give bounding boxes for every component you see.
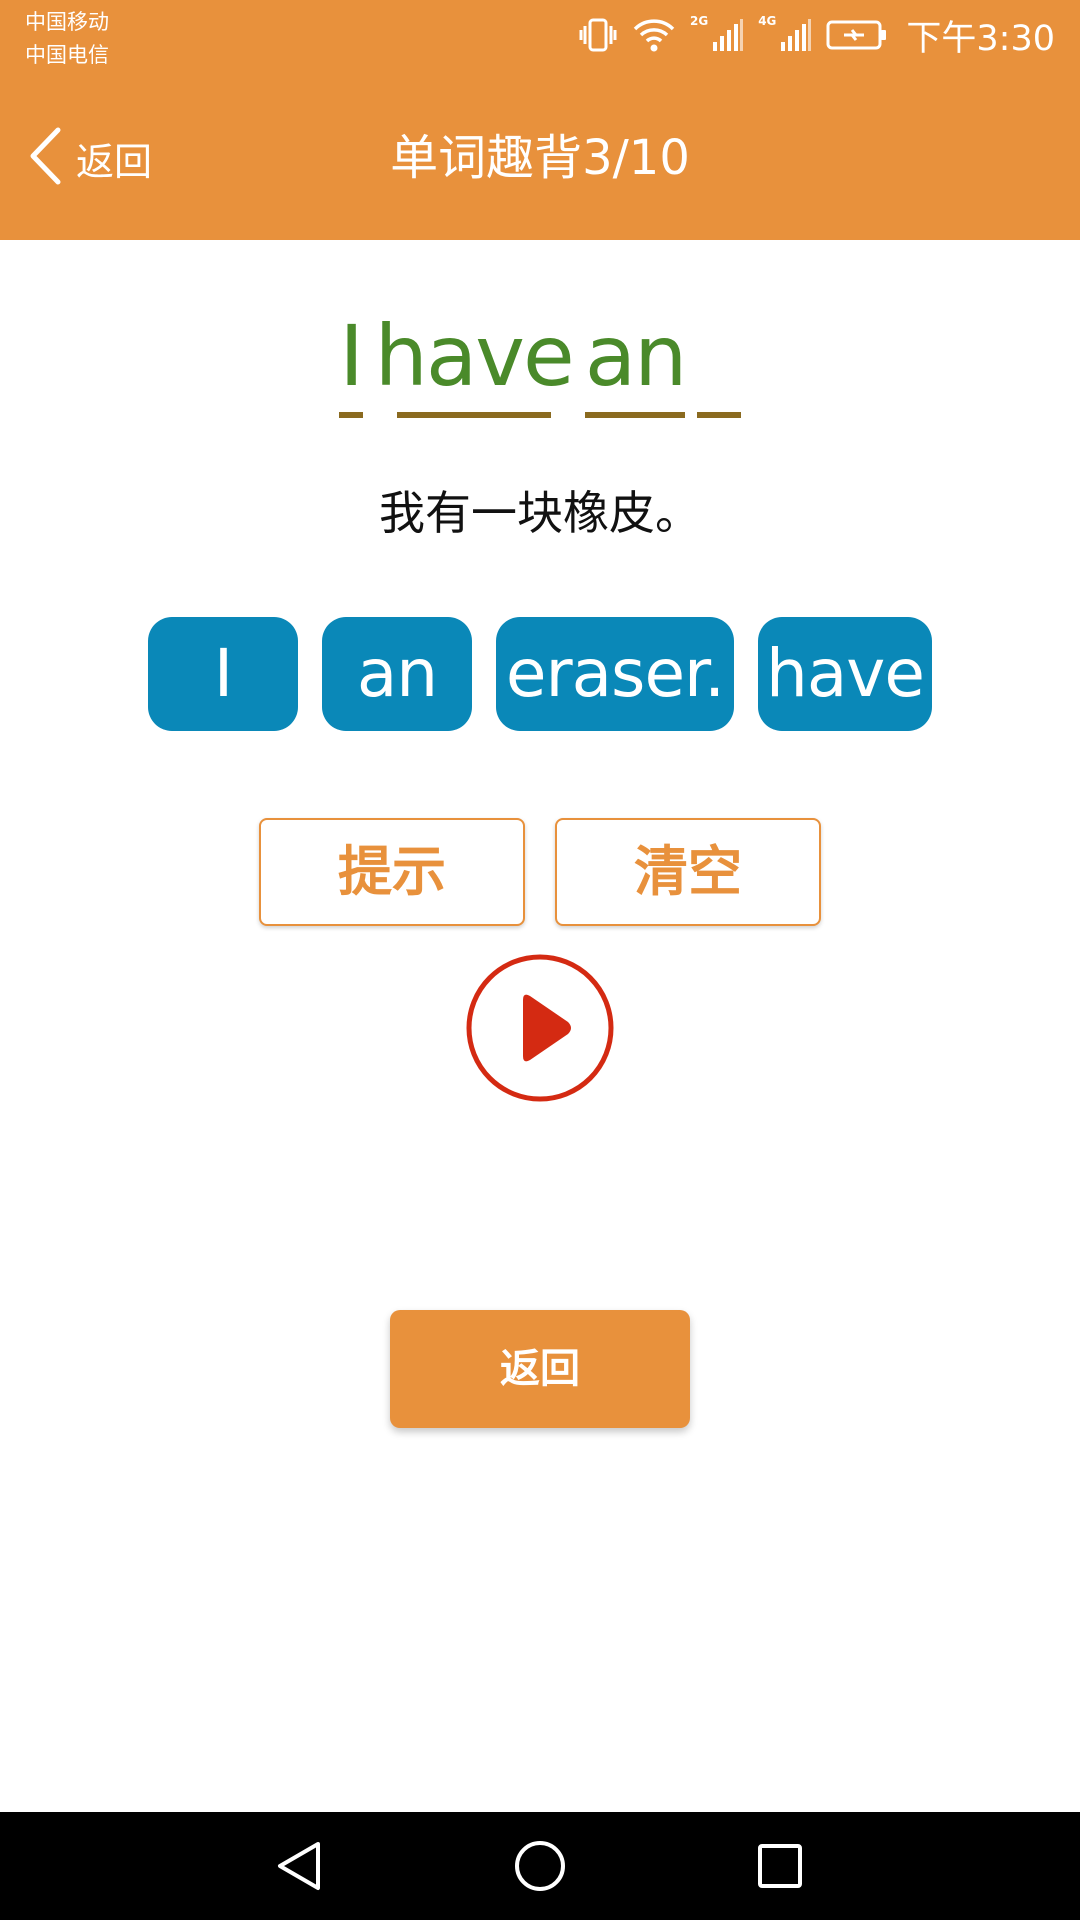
answer-underline (585, 412, 686, 418)
answer-slot[interactable]: an (584, 302, 688, 418)
word-tile[interactable]: an (322, 617, 472, 731)
wifi-icon (632, 17, 676, 53)
network-type-1: 2G (689, 14, 709, 28)
status-time: 下午3:30 (906, 18, 1055, 59)
answer-word: I (339, 307, 364, 405)
play-icon (466, 954, 614, 1102)
answer-sentence: I have an (0, 302, 1080, 418)
word-tiles: I an eraser. have (0, 617, 1080, 731)
answer-word: have (374, 307, 575, 405)
return-button[interactable]: 返回 (390, 1310, 690, 1428)
clear-button[interactable]: 清空 (555, 818, 821, 926)
signal-icon (712, 18, 744, 52)
vibrate-icon (578, 17, 618, 53)
word-tile[interactable]: eraser. (496, 617, 734, 731)
word-tile[interactable]: have (758, 617, 932, 731)
word-tile[interactable]: I (148, 617, 298, 731)
carrier-label-2: 中国电信 (25, 43, 109, 67)
nav-recent-icon[interactable] (750, 1836, 810, 1896)
answer-underline (338, 412, 363, 418)
answer-underline (697, 412, 742, 418)
app-header: 中国移动 中国电信 2G 4G 下午3:30 返回 单词趣背3/10 (0, 0, 1080, 240)
answer-slot[interactable]: have (374, 302, 575, 418)
translation-text: 我有一块橡皮。 (379, 486, 701, 540)
action-buttons: 提示 清空 (0, 818, 1080, 926)
nav-home-icon[interactable] (510, 1836, 570, 1896)
play-audio-button[interactable] (466, 954, 614, 1102)
status-icons: 2G 4G 下午3:30 (578, 12, 1055, 59)
system-navigation-bar (0, 1812, 1080, 1920)
answer-underline (396, 412, 551, 418)
answer-slot[interactable]: I (338, 302, 364, 418)
carrier-label-1: 中国移动 (25, 10, 109, 34)
hint-button[interactable]: 提示 (259, 818, 525, 926)
battery-charging-icon (826, 19, 888, 51)
nav-back-icon[interactable] (270, 1836, 330, 1896)
page-title: 单词趣背3/10 (390, 130, 690, 186)
answer-word: an (584, 307, 688, 405)
signal-icon-2 (780, 18, 812, 52)
network-type-2: 4G (758, 14, 777, 28)
answer-slot[interactable] (697, 302, 742, 418)
carrier-info: 中国移动 中国电信 (25, 6, 109, 72)
